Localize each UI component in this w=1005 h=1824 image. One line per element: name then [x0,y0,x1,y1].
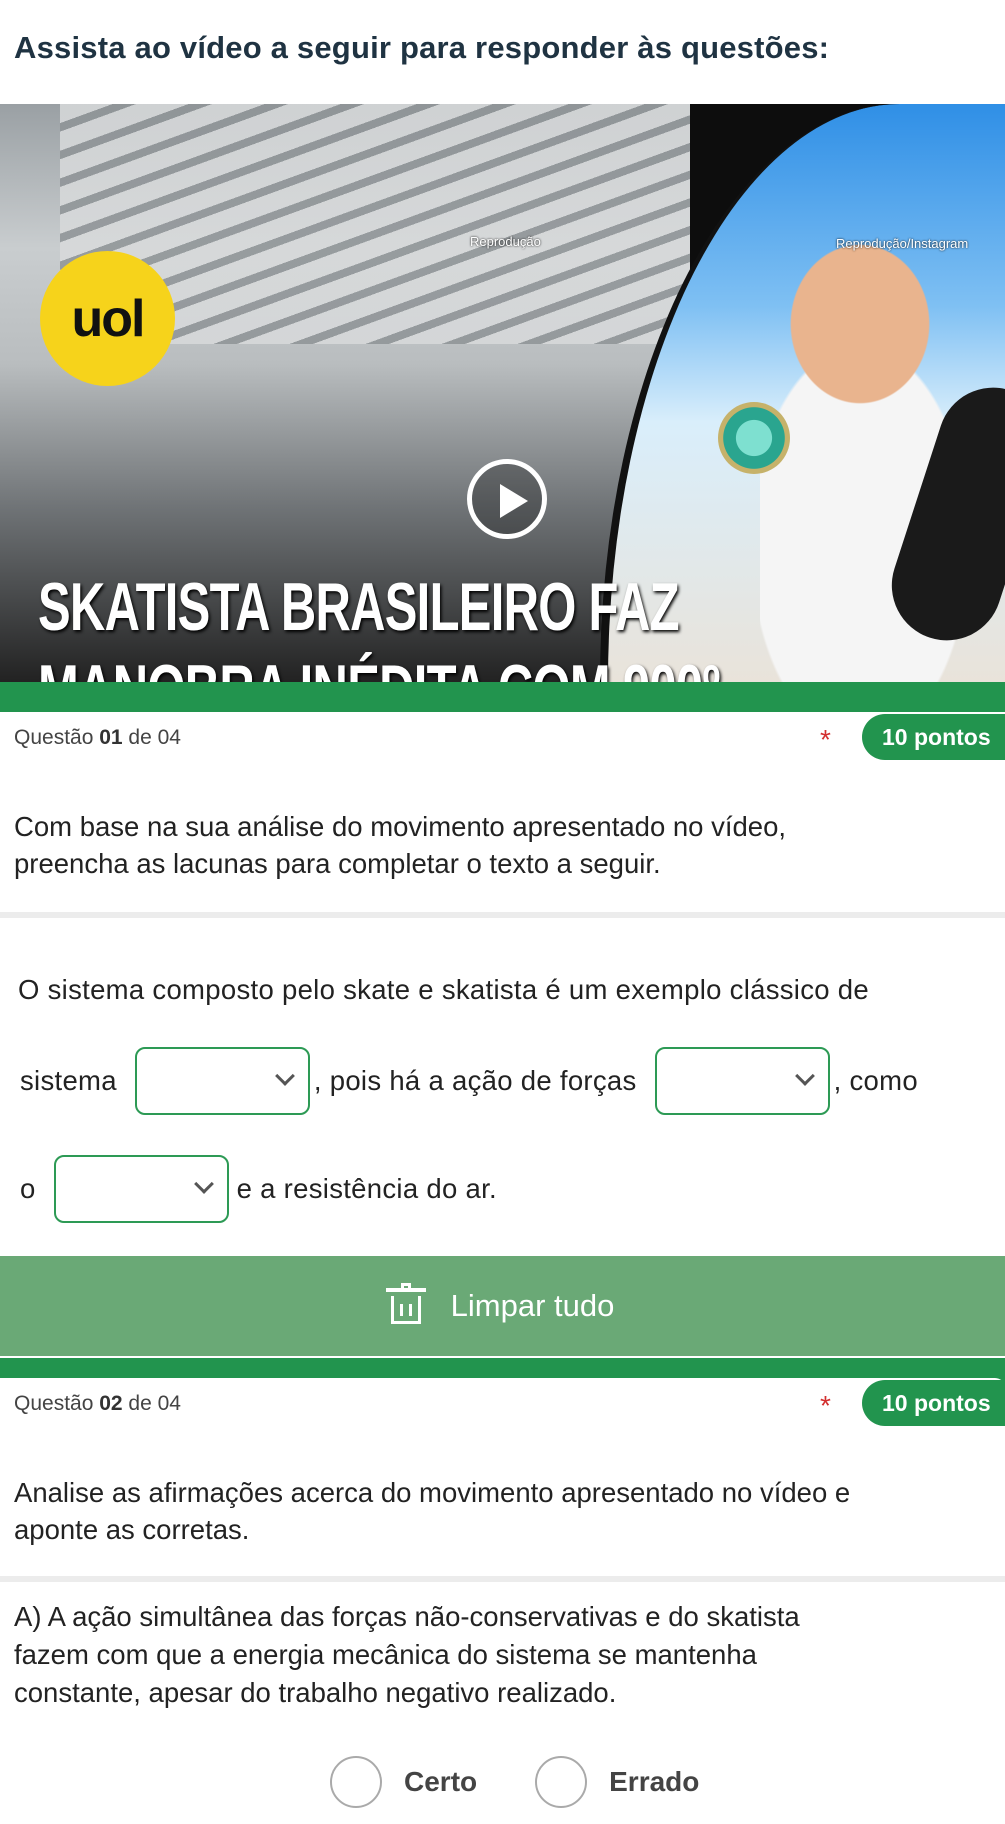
question-2-header: Questão 02 de 04 * 10 pontos [0,1378,1005,1438]
prompt-line-1: Analise as afirmações acerca do moviment… [14,1477,851,1508]
blank-dropdown-2[interactable] [654,1047,830,1115]
statement-line: constante, apesar do trabalho negativo r… [14,1677,617,1708]
prompt-line-2: aponte as corretas. [14,1514,250,1545]
photo-credit-right: Reprodução/Instagram [836,236,969,251]
video-headline-line-2: MANOBRA INÉDITA COM 900º [38,648,720,682]
question-label: Questão [14,726,100,749]
required-asterisk: * [820,724,831,755]
points-badge: 10 pontos [862,714,1005,760]
play-triangle [500,484,528,518]
clear-all-button[interactable]: Limpar tudo [0,1256,1005,1356]
option-certo-label: Certo [404,1766,478,1797]
video-headline-line-1: SKATISTA BRASILEIRO FAZ [38,569,679,645]
clear-all-label: Limpar tudo [450,1288,615,1323]
option-certo[interactable]: Certo [330,1756,477,1808]
statement-a: A) A ação simultânea das forças não-cons… [14,1598,994,1712]
radio-errado[interactable] [535,1756,588,1808]
question-total: de 04 [122,1392,181,1415]
statement-line: A) A ação simultânea das forças não-cons… [14,1601,800,1632]
intro-heading: Assista ao vídeo a seguir para responder… [14,30,830,65]
fill-text-line-1: O sistema composto pelo skate e skatista… [18,974,869,1005]
radio-certo[interactable] [330,1756,382,1808]
blank-dropdown-3[interactable] [53,1155,229,1223]
chevron-down-icon [193,1174,214,1194]
fill-text-segment: o [20,1173,36,1204]
prompt-line-1: Com base na sua análise do movimento apr… [14,811,787,842]
points-badge: 10 pontos [862,1380,1005,1426]
question-1-band [0,682,1005,712]
statement-line: fazem com que a energia mecânica do sist… [14,1639,757,1670]
play-icon[interactable] [467,459,547,539]
video-thumbnail[interactable]: uol Reprodução Reprodução/Instagram SKAT… [0,104,1005,682]
question-total: de 04 [122,726,181,749]
fill-text-segment: sistema [20,1065,117,1096]
statement-a-options: Certo Errado [330,1756,757,1808]
question-number: 02 [99,1392,123,1415]
blank-dropdown-1[interactable] [134,1047,310,1115]
question-2-prompt: Analise as afirmações acerca do moviment… [14,1474,850,1548]
prompt-line-2: preencha as lacunas para completar o tex… [14,848,661,879]
fill-text-segment: , pois há a ação de forças [313,1065,637,1096]
fill-text-segment: e a resistência do ar. [236,1173,497,1204]
question-1-prompt: Com base na sua análise do movimento apr… [14,808,786,882]
chevron-down-icon [794,1066,815,1086]
fill-text-line-3: o e a resistência do ar. [20,1154,720,1224]
question-1-counter: Questão 01 de 04 [14,726,181,750]
question-label: Questão [14,1392,100,1415]
divider [0,1576,1005,1582]
trash-icon [385,1283,426,1324]
chevron-down-icon [274,1066,295,1086]
video-headline: SKATISTA BRASILEIRO FAZ MANOBRA INÉDITA … [38,566,720,682]
photo-credit-left: Reprodução [470,234,541,249]
required-asterisk: * [820,1390,831,1421]
option-errado-label: Errado [609,1766,700,1797]
fill-text-segment: , como [833,1065,918,1096]
question-1-header: Questão 01 de 04 * 10 pontos [0,712,1005,772]
uol-logo: uol [40,251,175,386]
medal-image [718,402,790,474]
question-2-counter: Questão 02 de 04 [14,1392,181,1416]
fill-text-line-2: sistema , pois há a ação de forças , com… [20,1046,990,1116]
question-number: 01 [99,726,123,749]
option-errado[interactable]: Errado [535,1756,699,1808]
divider [0,912,1005,918]
